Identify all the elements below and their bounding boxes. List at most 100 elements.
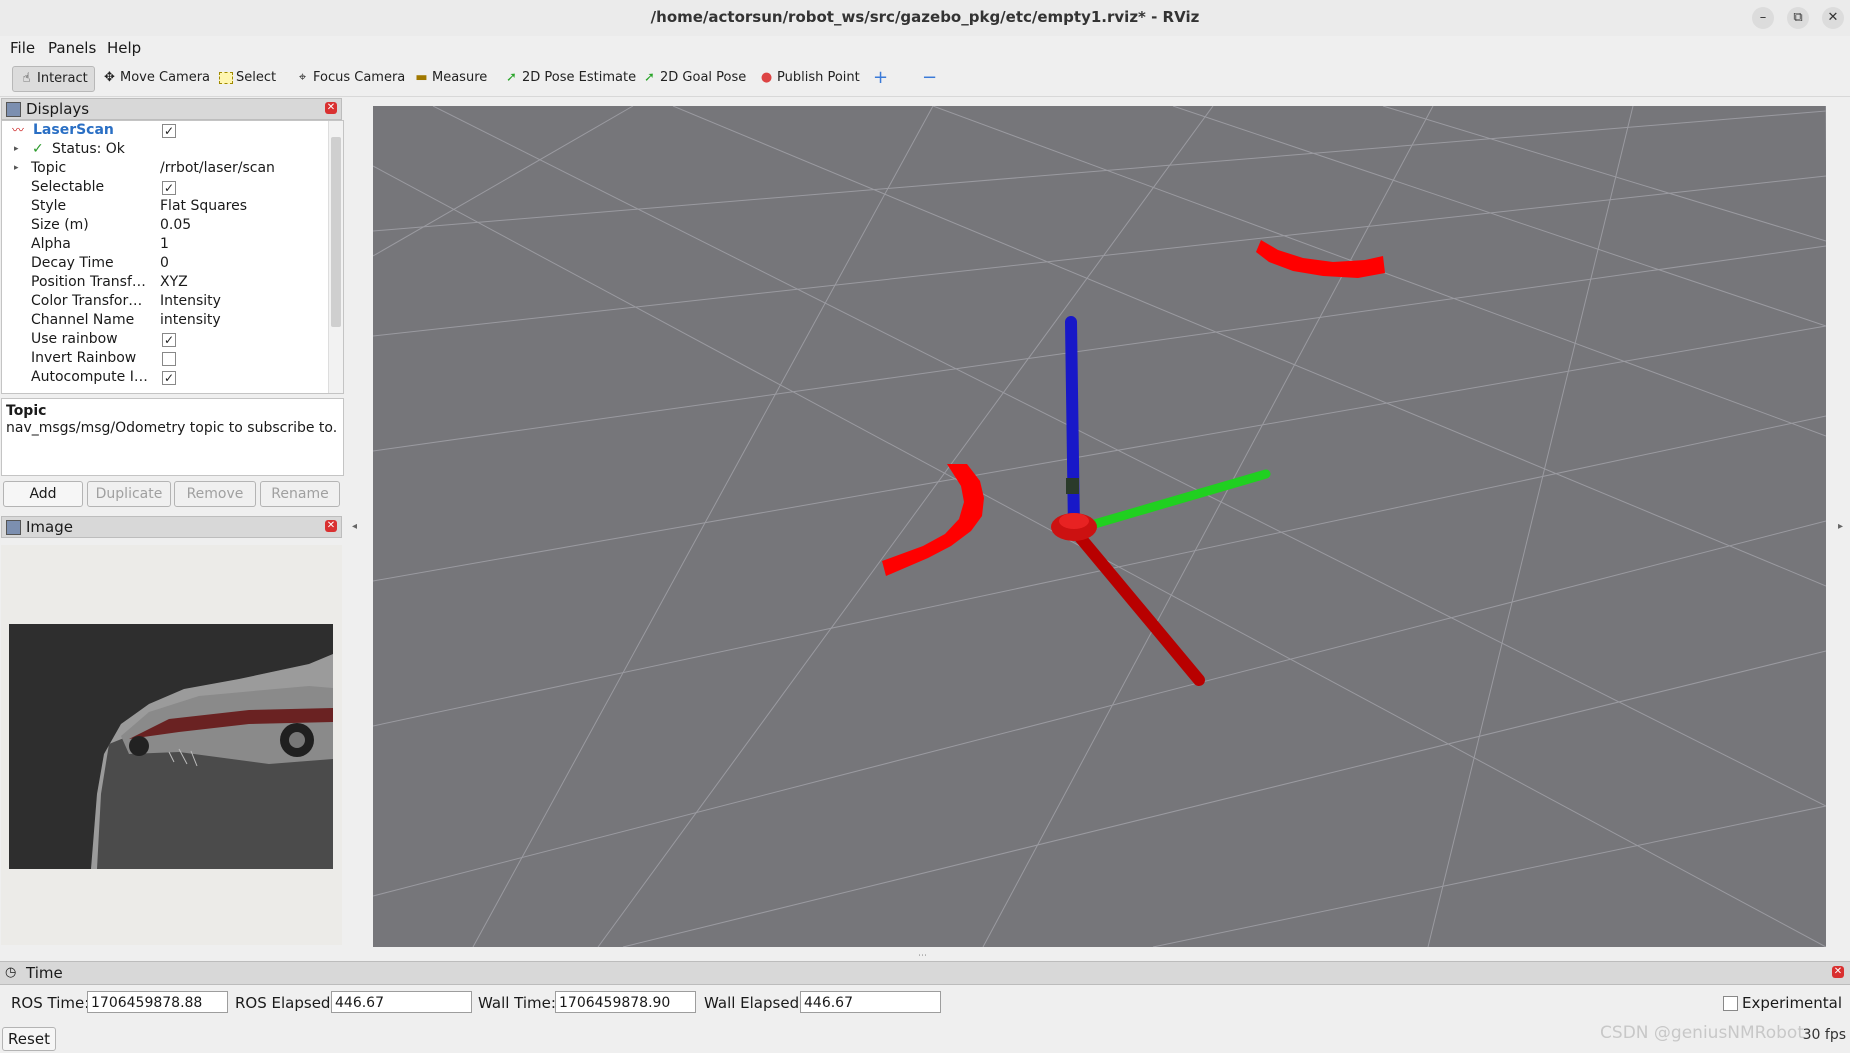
displays-scrollbar[interactable] [328,121,343,393]
property-value[interactable]: 0 [160,254,169,273]
window-titlebar: /home/actorsun/robot_ws/src/gazebo_pkg/e… [0,0,1850,37]
property-key: Invert Rainbow [31,350,137,366]
property-row[interactable]: Channel Name intensity [2,311,327,330]
pose-estimate-tool[interactable]: ➚ 2D Pose Estimate [504,66,636,90]
add-tool-button[interactable]: + [873,66,888,90]
goal-pose-label: 2D Goal Pose [660,70,747,85]
property-row[interactable]: Decay Time 0 [2,254,327,273]
minimize-button[interactable]: – [1752,7,1774,29]
use-rainbow-checkbox[interactable]: ✓ [162,333,176,347]
property-row[interactable]: Use rainbow ✓ [2,330,327,349]
3d-render-view[interactable] [373,106,1826,947]
experimental-checkbox[interactable] [1723,996,1738,1011]
property-value[interactable]: /rrbot/laser/scan [160,159,275,178]
monitor-icon [6,102,21,117]
close-window-button[interactable]: ✕ [1822,7,1844,29]
invert-rainbow-checkbox[interactable] [162,352,176,366]
crosshair-icon: ⌖ [298,70,307,85]
image-icon [6,520,21,535]
close-icon[interactable]: ✕ [1832,966,1844,978]
property-row[interactable]: Autocompute I… ✓ [2,368,327,387]
ros-time-label: ROS Time: [11,994,90,1012]
laserscan-label: LaserScan [33,122,114,138]
select-tool[interactable]: Select [219,66,276,90]
status-label: Status: Ok [52,141,125,157]
property-row[interactable]: Selectable ✓ [2,178,327,197]
autocompute-checkbox[interactable]: ✓ [162,371,176,385]
property-key: Style [31,198,67,214]
remove-display-button[interactable]: Remove [174,481,256,507]
menubar: File Panels Help [0,36,1850,60]
maximize-button[interactable]: ⧉ [1787,7,1809,29]
property-value[interactable]: 0.05 [160,216,191,235]
laserscan-row[interactable]: 〰 LaserScan ✓ [2,121,327,140]
measure-label: Measure [432,70,488,85]
wall-elapsed-field[interactable]: 446.67 [800,991,941,1013]
clock-icon: ◷ [5,965,17,980]
collapse-left-icon[interactable]: ◂ [352,521,357,532]
select-label: Select [236,70,277,85]
description-title: Topic [6,403,47,419]
property-row[interactable]: Color Transfor… Intensity [2,292,327,311]
property-key: Topic [31,160,67,176]
close-icon[interactable]: ✕ [325,102,337,114]
laser-scan-points [882,240,1385,576]
camera-image [9,624,333,869]
property-value[interactable]: Intensity [160,292,221,311]
publish-point-label: Publish Point [777,70,860,85]
property-key: Use rainbow [31,331,118,347]
splitter-handle[interactable]: ⋯ [918,951,927,961]
map-pin-icon: ● [760,70,773,85]
reset-button[interactable]: Reset [2,1027,56,1051]
image-panel-header: Image ✕ [1,516,342,538]
green-arrow-icon: ➚ [644,70,655,85]
menu-panels[interactable]: Panels [48,39,96,57]
measure-tool[interactable]: ▬ Measure [414,66,487,90]
remove-tool-button[interactable]: − [922,66,937,90]
interact-tool[interactable]: ☝ Interact [12,66,95,92]
window-title: /home/actorsun/robot_ws/src/gazebo_pkg/e… [650,8,1200,26]
time-panel-title: Time [26,964,63,982]
3d-scene[interactable] [373,106,1826,947]
property-key: Position Transf… [31,274,146,290]
duplicate-display-button[interactable]: Duplicate [87,481,171,507]
add-display-button[interactable]: Add [3,481,83,507]
move-icon: ✥ [104,70,115,85]
collapse-right-icon[interactable]: ▸ [1838,521,1843,532]
move-camera-tool[interactable]: ✥ Move Camera [102,66,210,90]
laserscan-enabled-checkbox[interactable]: ✓ [162,124,176,138]
property-row[interactable]: Invert Rainbow [2,349,327,368]
goal-pose-tool[interactable]: ➚ 2D Goal Pose [642,66,746,90]
property-value[interactable]: 1 [160,235,169,254]
property-value[interactable]: intensity [160,311,221,330]
focus-camera-tool[interactable]: ⌖ Focus Camera [295,66,405,90]
toolbar: ☝ Interact ✥ Move Camera Select ⌖ Focus Cam… [0,60,1850,97]
image-panel-title: Image [26,518,73,536]
ros-elapsed-field[interactable]: 446.67 [331,991,472,1013]
publish-point-tool[interactable]: ● Publish Point [759,66,860,90]
status-row[interactable]: ▸ ✓ Status: Ok [2,140,327,159]
displays-tree: 〰 LaserScan ✓ ▸ ✓ Status: Ok ▸ Topic /rr… [1,120,344,394]
menu-file[interactable]: File [10,39,35,57]
property-row[interactable]: Size (m) 0.05 [2,216,327,235]
fps-indicator: 30 fps [1802,1027,1846,1043]
property-row[interactable]: Alpha 1 [2,235,327,254]
scrollbar-thumb[interactable] [331,137,341,327]
property-value[interactable]: Flat Squares [160,197,247,216]
pose-estimate-label: 2D Pose Estimate [522,70,637,85]
property-key: Selectable [31,179,105,195]
selectable-checkbox[interactable]: ✓ [162,181,176,195]
rename-display-button[interactable]: Rename [260,481,340,507]
menu-help[interactable]: Help [107,39,141,57]
property-row[interactable]: Style Flat Squares [2,197,327,216]
property-value[interactable]: XYZ [160,273,188,292]
expand-arrow-icon[interactable]: ▸ [14,140,19,159]
ros-time-field[interactable]: 1706459878.88 [87,991,228,1013]
close-icon[interactable]: ✕ [325,520,337,532]
property-row[interactable]: ▸ Topic /rrbot/laser/scan [2,159,327,178]
expand-arrow-icon[interactable]: ▸ [14,159,19,178]
ruler-icon: ▬ [415,70,428,85]
hand-icon: ☝ [22,71,31,86]
property-row[interactable]: Position Transf… XYZ [2,273,327,292]
wall-time-field[interactable]: 1706459878.90 [555,991,696,1013]
